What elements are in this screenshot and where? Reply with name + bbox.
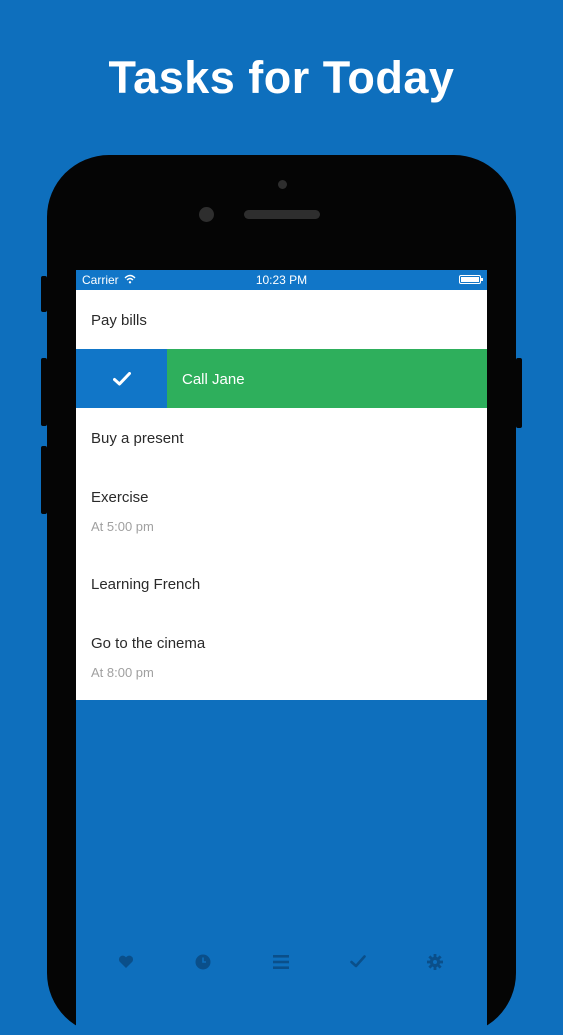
clock-icon — [195, 954, 211, 970]
heart-icon — [118, 955, 134, 968]
task-title: Learning French — [91, 576, 201, 593]
proximity-sensor — [278, 180, 287, 189]
task-time: At 8:00 pm — [91, 665, 154, 680]
volume-up-button — [41, 358, 47, 426]
earpiece-speaker — [244, 210, 320, 219]
task-list: Pay bills Call Jane Buy a present Exerci… — [76, 290, 487, 700]
check-icon — [112, 371, 131, 385]
tab-history[interactable] — [188, 947, 218, 977]
check-icon — [350, 955, 366, 968]
task-time: At 5:00 pm — [91, 519, 154, 534]
tab-favorites[interactable] — [111, 947, 141, 977]
tab-list[interactable] — [266, 947, 296, 977]
list-icon — [273, 955, 289, 969]
gear-icon — [427, 954, 443, 970]
front-camera — [199, 207, 214, 222]
status-bar: Carrier 10:23 PM — [76, 270, 487, 290]
task-row[interactable]: Pay bills — [76, 290, 487, 349]
task-row-swiped[interactable]: Call Jane — [76, 349, 487, 408]
promo-headline: Tasks for Today — [108, 52, 455, 103]
task-title: Pay bills — [91, 312, 147, 329]
task-row[interactable]: Exercise At 5:00 pm — [76, 467, 487, 554]
task-title: Go to the cinema — [91, 635, 206, 652]
tab-completed[interactable] — [343, 947, 373, 977]
battery-icon — [459, 275, 483, 284]
complete-action-button[interactable] — [76, 349, 167, 408]
app-screen: Carrier 10:23 PM Pay bills Call Jane Buy… — [76, 270, 487, 1035]
tab-bar — [76, 935, 487, 995]
task-row[interactable]: Buy a present — [76, 408, 487, 467]
power-button — [516, 358, 522, 428]
task-row[interactable]: Learning French — [76, 554, 487, 613]
task-row-body[interactable]: Call Jane — [167, 349, 487, 408]
task-title: Call Jane — [182, 371, 245, 388]
mute-switch — [41, 276, 47, 312]
tab-settings[interactable] — [420, 947, 450, 977]
status-time: 10:23 PM — [255, 273, 308, 287]
task-title: Buy a present — [91, 430, 184, 447]
task-title: Exercise — [91, 489, 149, 506]
phone-frame: Carrier 10:23 PM Pay bills Call Jane Buy… — [47, 155, 516, 1035]
volume-down-button — [41, 446, 47, 514]
task-row[interactable]: Go to the cinema At 8:00 pm — [76, 613, 487, 700]
